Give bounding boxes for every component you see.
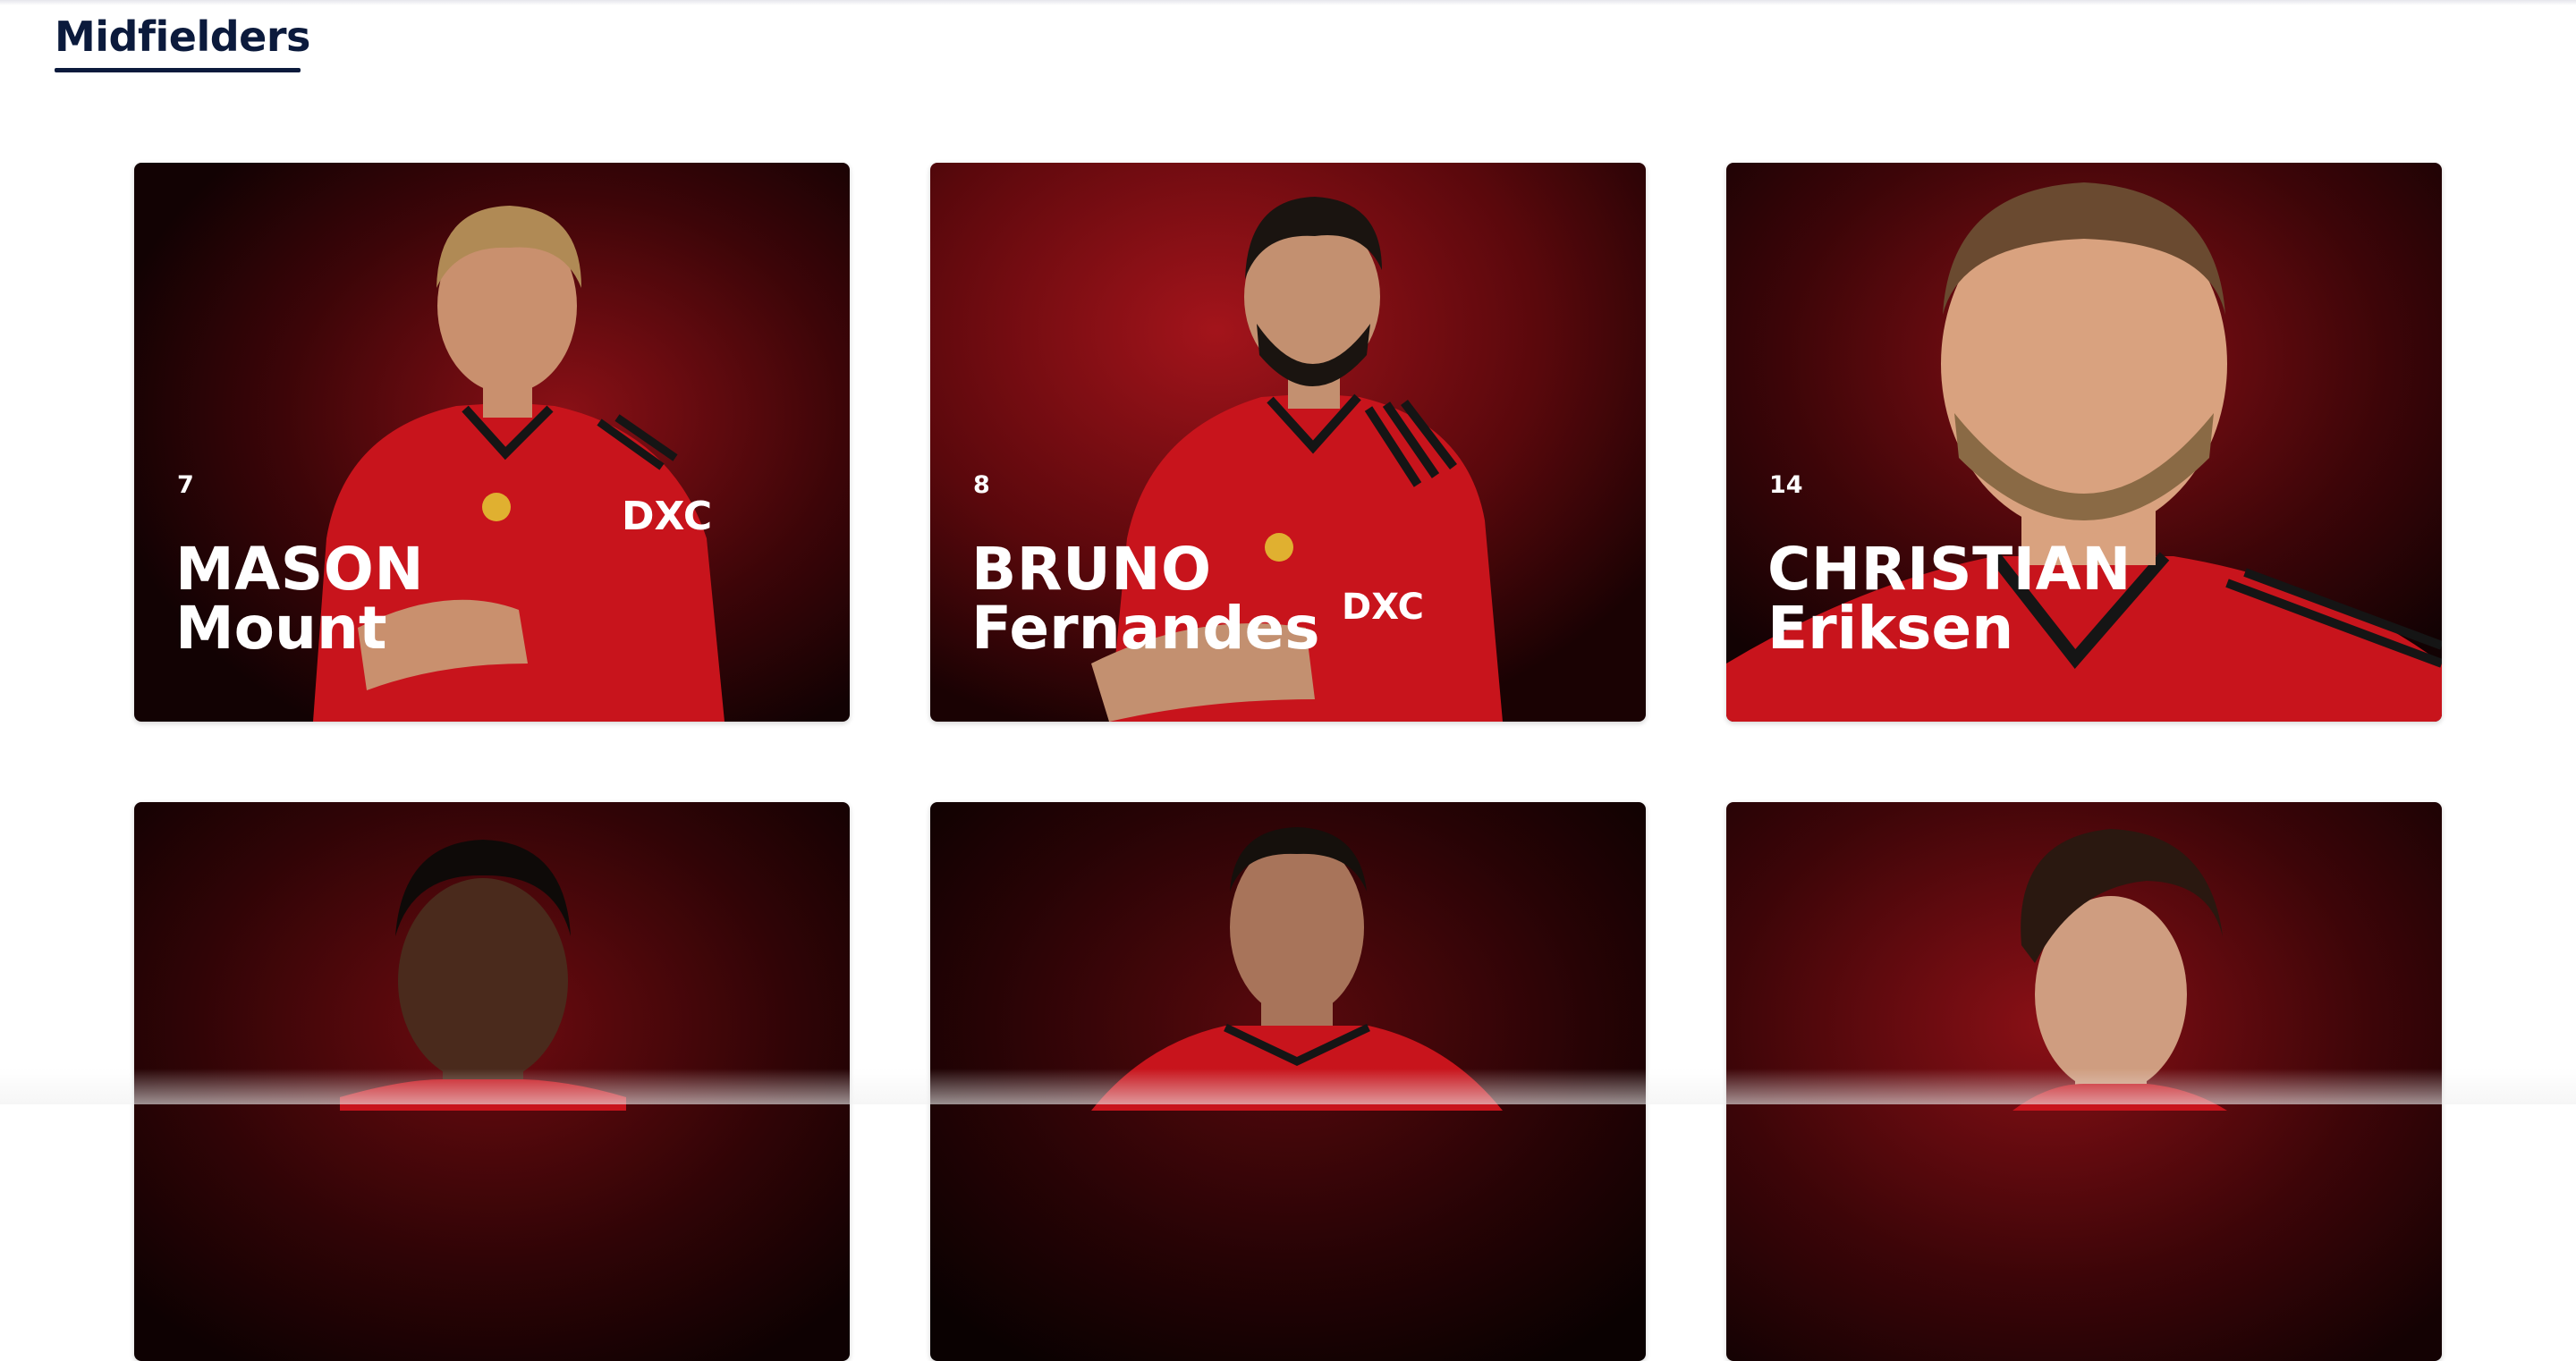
section-title: Midfielders (55, 9, 310, 64)
section-title-underline (55, 68, 301, 72)
player-number: 7 (177, 471, 194, 499)
player-portrait (1726, 802, 2442, 1361)
svg-text:DXC: DXC (1342, 587, 1424, 628)
header-shadow (0, 0, 2576, 5)
player-card-4[interactable] (134, 802, 850, 1361)
player-first-name: BRUNO (971, 540, 1212, 599)
player-last-name: Fernandes (971, 599, 1320, 658)
player-card-5[interactable] (930, 802, 1646, 1361)
player-portrait (930, 802, 1646, 1361)
svg-text:DXC: DXC (622, 494, 712, 539)
player-last-name: Mount (175, 599, 387, 658)
player-last-name: Eriksen (1767, 599, 2013, 658)
player-portrait (134, 802, 850, 1361)
player-card-christian-eriksen[interactable]: 14 CHRISTIAN Eriksen (1726, 163, 2442, 722)
player-grid: DXC 7 MASON Mount (134, 163, 2442, 1361)
player-card-6[interactable] (1726, 802, 2442, 1361)
player-first-name: MASON (175, 540, 424, 599)
player-number: 14 (1769, 471, 1803, 499)
player-card-mason-mount[interactable]: DXC 7 MASON Mount (134, 163, 850, 722)
player-number: 8 (973, 471, 990, 499)
player-card-bruno-fernandes[interactable]: DXC 8 BRUNO Fernandes (930, 163, 1646, 722)
player-first-name: CHRISTIAN (1767, 540, 2131, 599)
